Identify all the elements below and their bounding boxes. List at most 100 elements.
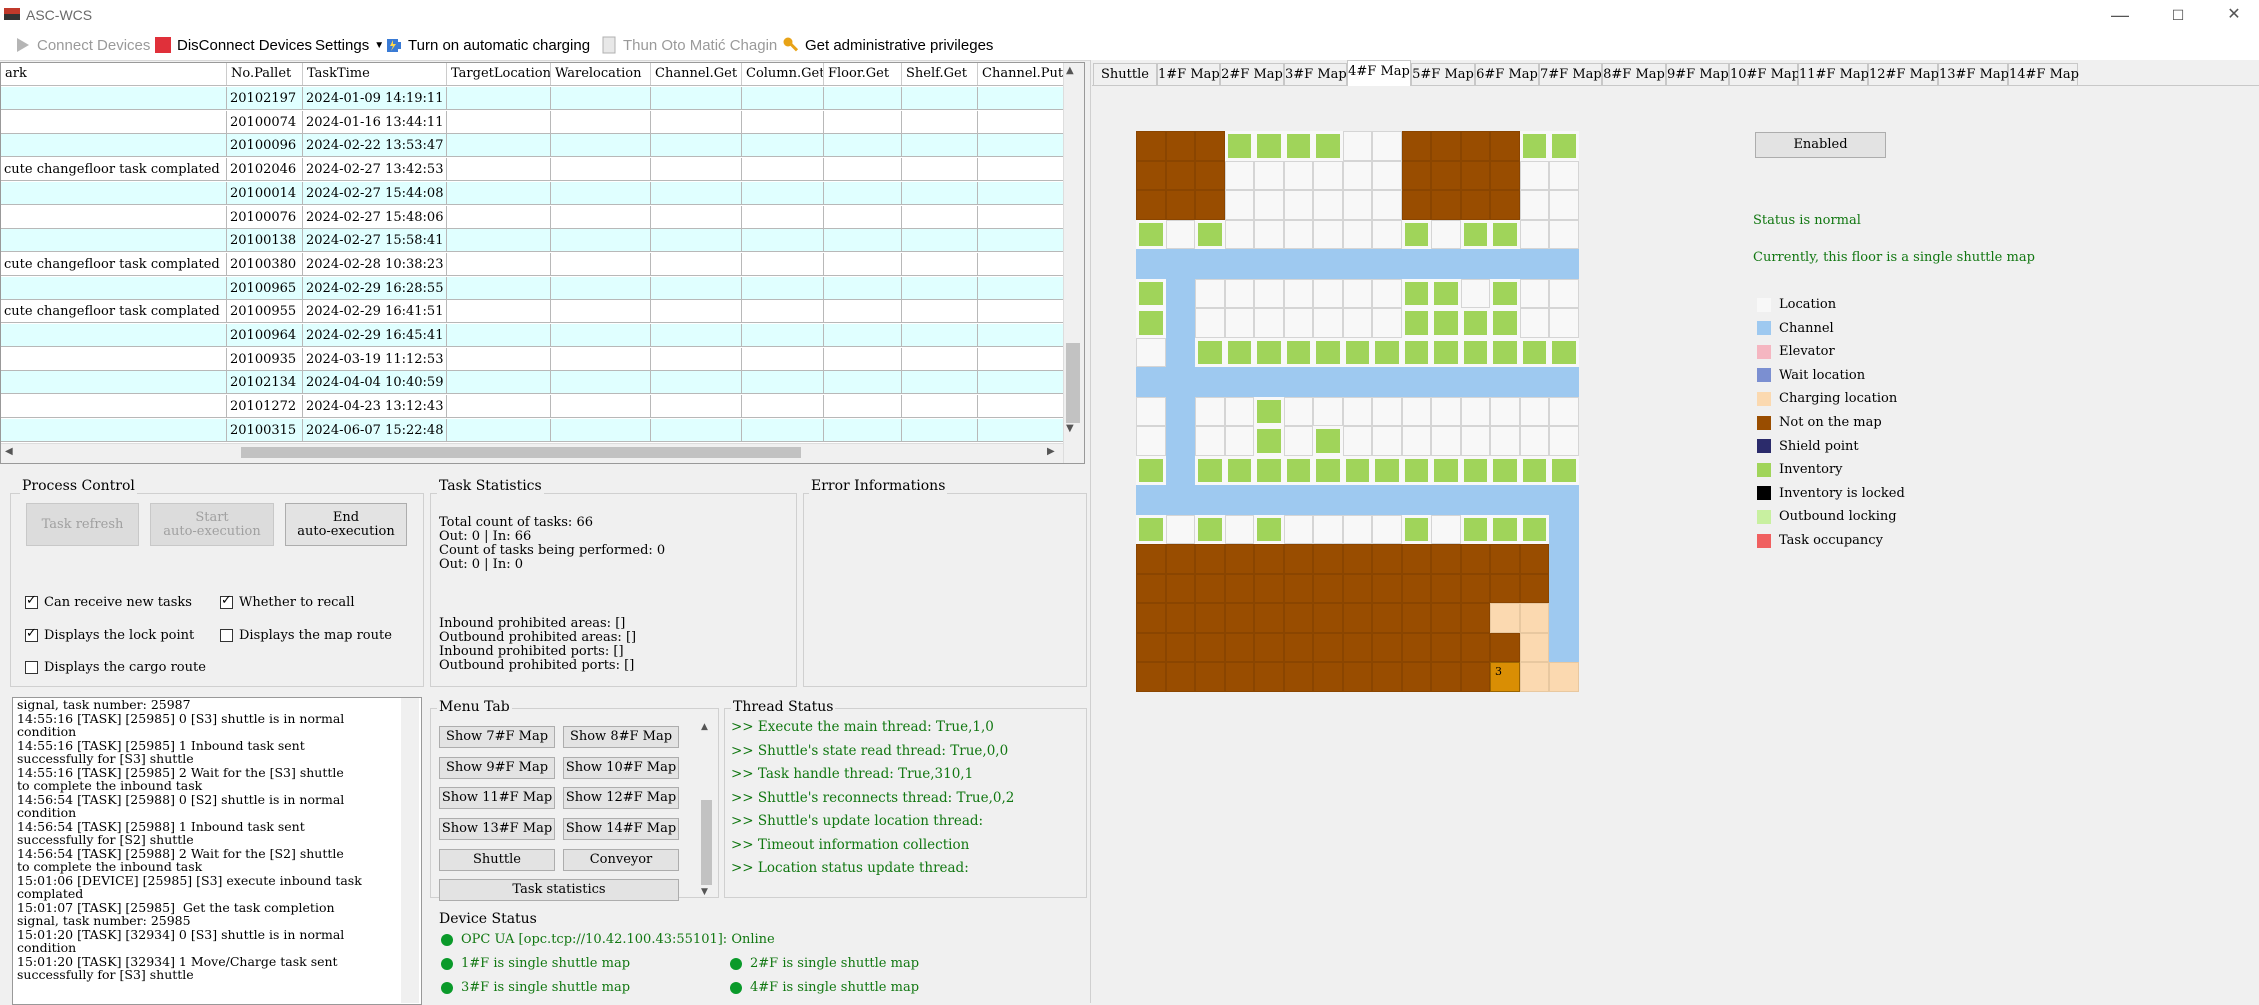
not-on-map-cell[interactable] [1313, 544, 1343, 574]
map-tab[interactable]: 5#F Map [1411, 63, 1475, 85]
column-header[interactable]: Shelf.Get [902, 63, 978, 85]
location-cell[interactable] [1519, 396, 1549, 426]
maximize-button[interactable]: ☐ [2155, 2, 2201, 28]
location-cell[interactable] [1254, 219, 1284, 249]
location-cell[interactable] [1224, 219, 1254, 249]
not-on-map-cell[interactable] [1195, 603, 1225, 633]
inventory-cell[interactable] [1431, 308, 1461, 338]
not-on-map-cell[interactable] [1165, 573, 1195, 603]
location-cell[interactable] [1254, 278, 1284, 308]
minimize-button[interactable]: — [2097, 2, 2143, 28]
task-refresh-button[interactable]: Task refresh [26, 503, 139, 546]
location-cell[interactable] [1342, 131, 1372, 161]
inventory-cell[interactable] [1460, 219, 1490, 249]
channel-cell[interactable] [1342, 249, 1372, 279]
not-on-map-cell[interactable] [1283, 544, 1313, 574]
table-row[interactable]: cute changefloor task complated 20100955 2… [1, 300, 1068, 324]
inventory-cell[interactable] [1490, 219, 1520, 249]
channel-cell[interactable] [1372, 367, 1402, 397]
menu-button[interactable]: Show 14#F Map [563, 818, 679, 841]
not-on-map-cell[interactable] [1136, 632, 1166, 662]
table-row[interactable]: 20100315 2024-06-07 15:22:48 [1, 418, 1068, 442]
not-on-map-cell[interactable] [1460, 190, 1490, 220]
location-cell[interactable] [1313, 190, 1343, 220]
location-cell[interactable] [1401, 426, 1431, 456]
location-cell[interactable] [1283, 190, 1313, 220]
not-on-map-cell[interactable] [1490, 131, 1520, 161]
location-cell[interactable] [1519, 426, 1549, 456]
inventory-cell[interactable] [1254, 337, 1284, 367]
inventory-cell[interactable] [1460, 308, 1490, 338]
map-tab[interactable]: 9#F Map [1666, 63, 1729, 85]
start-auto-execution-button[interactable]: Start auto-execution [150, 503, 274, 546]
not-on-map-cell[interactable] [1195, 573, 1225, 603]
not-on-map-cell[interactable] [1283, 662, 1313, 692]
menu-button[interactable]: Show 11#F Map [439, 787, 555, 810]
column-header[interactable]: TaskTime [303, 63, 447, 85]
end-auto-execution-button[interactable]: End auto-execution [285, 503, 407, 546]
map-tab[interactable]: 4#F Map [1347, 60, 1411, 86]
not-on-map-cell[interactable] [1460, 632, 1490, 662]
location-cell[interactable] [1342, 278, 1372, 308]
not-on-map-cell[interactable] [1401, 544, 1431, 574]
inventory-cell[interactable] [1519, 337, 1549, 367]
location-cell[interactable] [1195, 308, 1225, 338]
inventory-cell[interactable] [1313, 131, 1343, 161]
location-cell[interactable] [1224, 396, 1254, 426]
inventory-cell[interactable] [1549, 131, 1579, 161]
not-on-map-cell[interactable] [1195, 662, 1225, 692]
location-cell[interactable] [1224, 308, 1254, 338]
inventory-cell[interactable] [1401, 337, 1431, 367]
location-cell[interactable] [1195, 426, 1225, 456]
location-cell[interactable] [1224, 426, 1254, 456]
checkbox-map-route[interactable]: Displays the map route [220, 628, 392, 643]
inventory-cell[interactable] [1195, 219, 1225, 249]
channel-cell[interactable] [1313, 485, 1343, 515]
charging-location-cell[interactable] [1549, 662, 1579, 692]
menu-button[interactable]: Show 13#F Map [439, 818, 555, 841]
menu-button[interactable]: Show 10#F Map [563, 756, 679, 779]
location-cell[interactable] [1460, 278, 1490, 308]
channel-cell[interactable] [1401, 249, 1431, 279]
settings-menu[interactable]: Settings ▼ [315, 34, 384, 56]
inventory-cell[interactable] [1401, 219, 1431, 249]
channel-cell[interactable] [1490, 249, 1520, 279]
channel-cell[interactable] [1254, 249, 1284, 279]
channel-cell[interactable] [1313, 367, 1343, 397]
not-on-map-cell[interactable] [1165, 662, 1195, 692]
channel-cell[interactable] [1372, 249, 1402, 279]
not-on-map-cell[interactable] [1136, 603, 1166, 633]
not-on-map-cell[interactable] [1342, 603, 1372, 633]
location-cell[interactable] [1254, 160, 1284, 190]
channel-cell[interactable] [1254, 485, 1284, 515]
location-cell[interactable] [1224, 514, 1254, 544]
channel-cell[interactable] [1342, 367, 1372, 397]
not-on-map-cell[interactable] [1195, 131, 1225, 161]
column-header[interactable]: Warelocation [551, 63, 651, 85]
channel-cell[interactable] [1549, 632, 1579, 662]
not-on-map-cell[interactable] [1195, 632, 1225, 662]
table-row[interactable]: 20100964 2024-02-29 16:45:41 [1, 324, 1068, 347]
inventory-cell[interactable] [1136, 455, 1166, 485]
not-on-map-cell[interactable] [1342, 544, 1372, 574]
location-cell[interactable] [1372, 160, 1402, 190]
not-on-map-cell[interactable] [1313, 603, 1343, 633]
inventory-cell[interactable] [1342, 455, 1372, 485]
location-cell[interactable] [1283, 308, 1313, 338]
not-on-map-cell[interactable] [1342, 573, 1372, 603]
not-on-map-cell[interactable] [1165, 160, 1195, 190]
scroll-up-icon[interactable]: ▲ [1066, 65, 1074, 76]
column-header[interactable]: ark [1, 63, 227, 85]
inventory-cell[interactable] [1519, 131, 1549, 161]
not-on-map-cell[interactable] [1431, 662, 1461, 692]
channel-cell[interactable] [1136, 485, 1166, 515]
not-on-map-cell[interactable] [1401, 131, 1431, 161]
menu-button[interactable]: Conveyor [563, 848, 679, 871]
location-cell[interactable] [1165, 219, 1195, 249]
location-cell[interactable] [1224, 278, 1254, 308]
shuttle-cell[interactable]: 3 [1490, 662, 1520, 692]
task-statistics-button[interactable]: Task statistics [439, 879, 679, 901]
horizontal-scroll-thumb[interactable] [241, 447, 801, 458]
not-on-map-cell[interactable] [1401, 632, 1431, 662]
channel-cell[interactable] [1224, 485, 1254, 515]
